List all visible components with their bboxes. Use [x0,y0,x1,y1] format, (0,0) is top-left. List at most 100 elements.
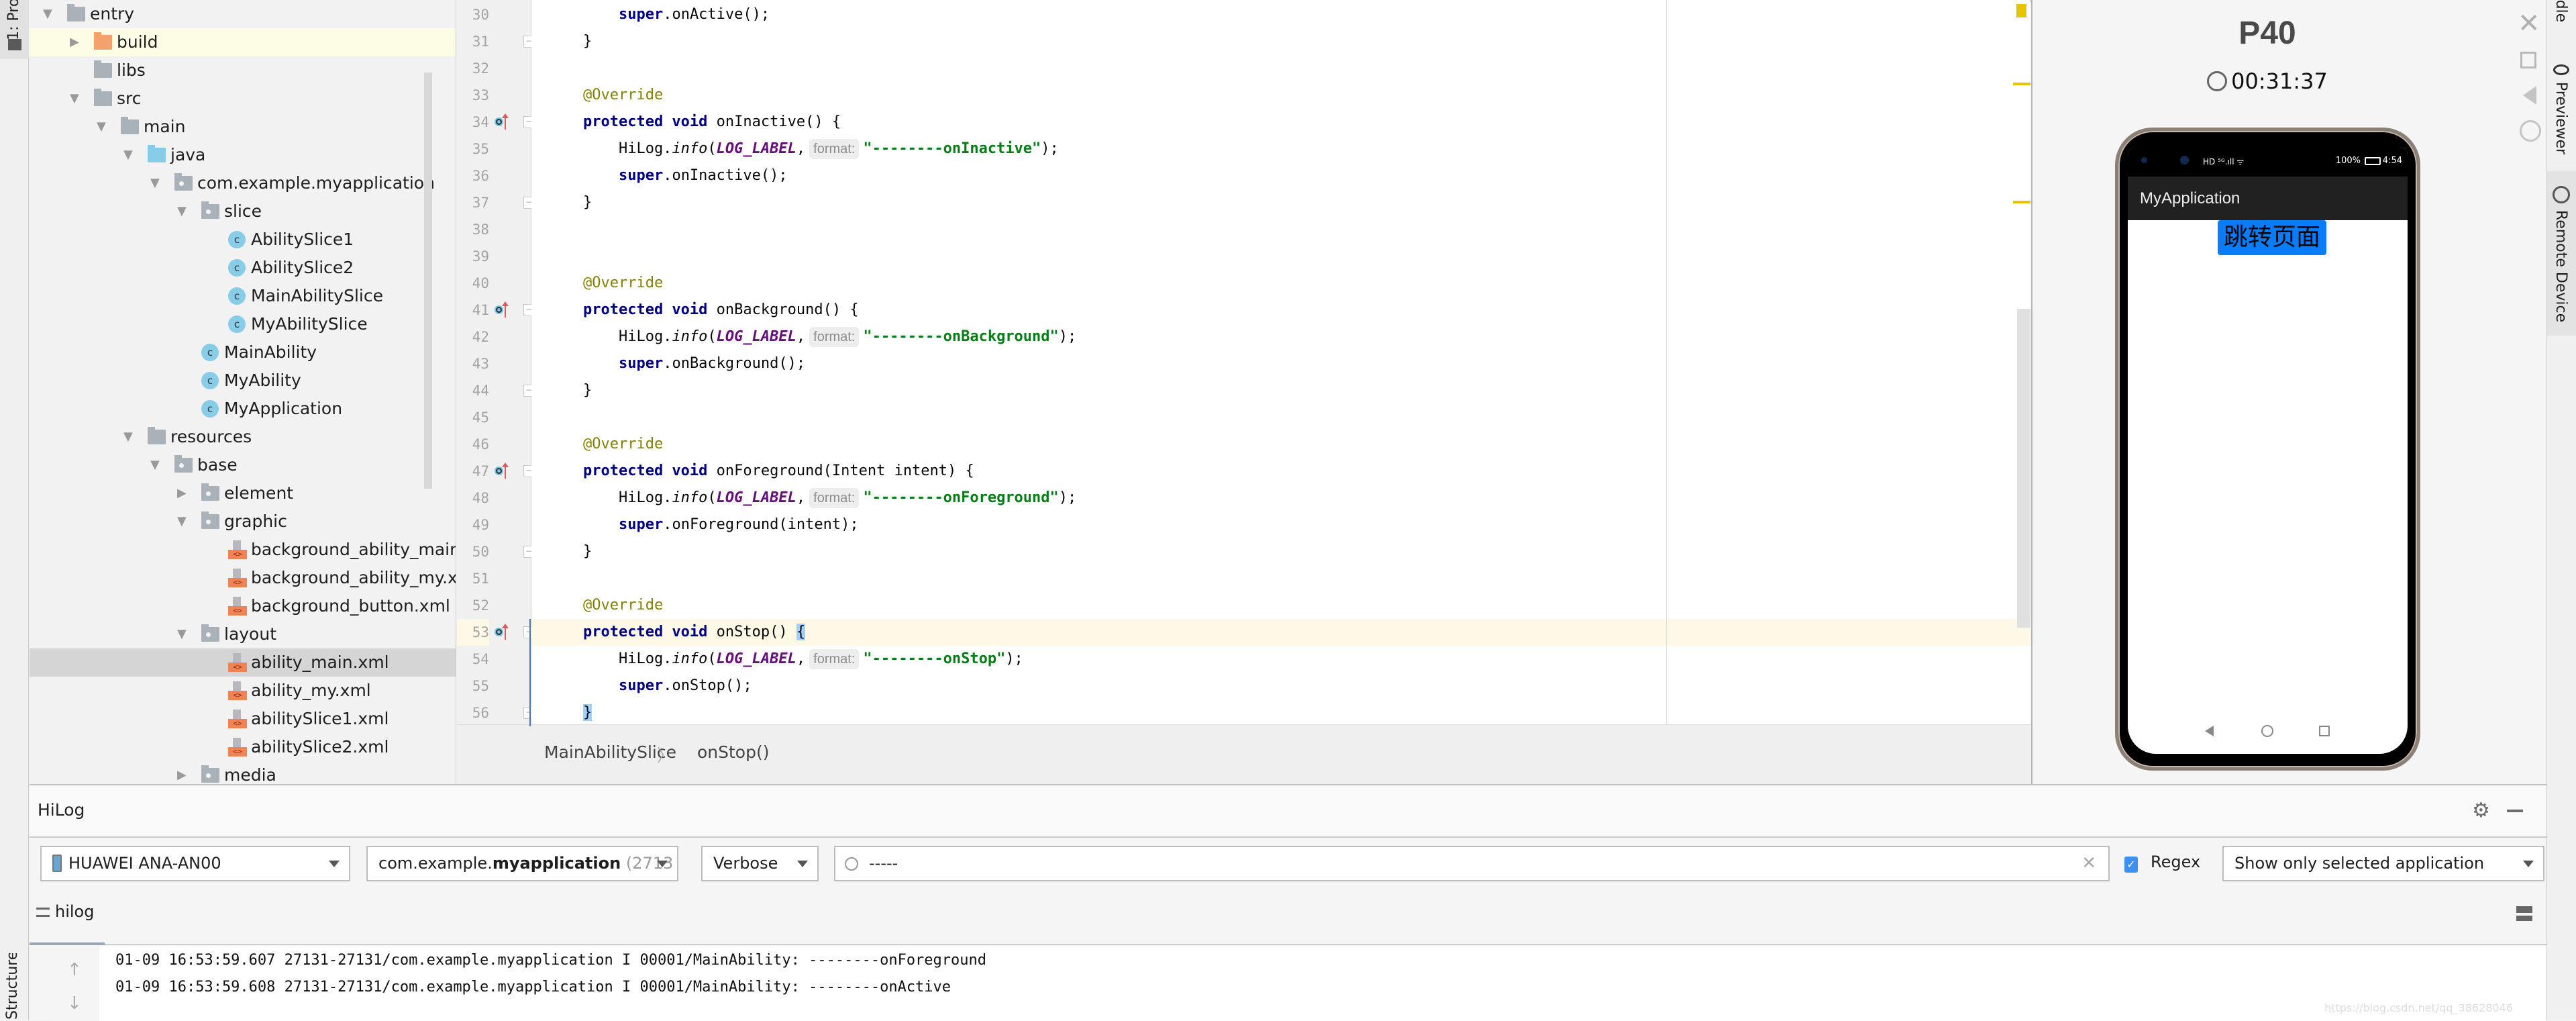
tree-item[interactable]: <> ability_my.xml [30,677,456,705]
tree-item[interactable]: ▼ entry [30,0,456,28]
code-line[interactable] [531,565,2030,592]
log-search-input[interactable]: ----- ✕ [834,846,2110,881]
tree-item[interactable]: c AbilitySlice1 [30,226,456,254]
back-nav-icon[interactable] [2205,726,2214,736]
close-icon[interactable]: ✕ [2518,8,2540,39]
back-icon[interactable] [2523,86,2536,105]
code-line[interactable]: } [531,189,2030,216]
code-line[interactable]: super.onInactive(); [531,162,2030,189]
tree-item[interactable]: c MainAbilitySlice [30,282,456,310]
breadcrumb-method[interactable]: onStop() [697,742,769,762]
code-line[interactable] [531,216,2030,243]
previewer-tool-tab[interactable]: Previewer [2547,62,2576,162]
code-line[interactable]: protected void onStop() { [531,619,2030,646]
code-line[interactable] [531,55,2030,82]
code-line[interactable]: } [531,538,2030,565]
tree-item[interactable]: libs [30,56,456,85]
layout-options-icon[interactable] [2516,906,2532,921]
home-icon[interactable] [2520,120,2541,142]
code-line[interactable]: HiLog.info(LOG_LABEL, format: "--------onS… [531,646,2030,673]
code-line[interactable]: HiLog.info(LOG_LABEL, format: "--------onI… [531,136,2030,162]
code-line[interactable]: @Override [531,270,2030,297]
code-line[interactable]: super.onStop(); [531,673,2030,699]
code-line[interactable]: } [531,28,2030,55]
tree-item[interactable]: <> ability_main.xml [30,648,456,677]
process-select[interactable]: com.example.myapplication (2713 [366,846,678,881]
tree-item[interactable]: ▼ layout [30,620,456,648]
tree-item[interactable]: <>background_ability_main.xml [30,536,456,564]
tree-item[interactable]: ▼ slice [30,197,456,226]
tree-item[interactable]: ▼ graphic [30,507,456,536]
tree-item[interactable]: <> background_button.xml [30,592,456,620]
expand-arrow-icon[interactable]: ▼ [43,0,56,28]
inspection-status-icon[interactable] [2016,4,2026,17]
tree-item[interactable]: ▼ com.example.myapplication [30,169,456,197]
expand-arrow-icon[interactable]: ▼ [150,451,164,479]
log-output[interactable]: ↑ ↓ 01-09 16:53:59.607 27131-27131/com.e… [51,946,2546,1021]
tree-item[interactable]: ▼ main [30,113,456,141]
expand-arrow-icon[interactable]: ▼ [177,507,191,536]
expand-arrow-icon[interactable]: ▼ [123,141,137,169]
code-line[interactable]: protected void onInactive() { [531,109,2030,136]
code-line[interactable]: HiLog.info(LOG_LABEL, format: "--------onB… [531,324,2030,350]
code-line[interactable]: HiLog.info(LOG_LABEL, format: "--------onF… [531,485,2030,512]
rotate-icon[interactable] [2520,52,2536,68]
structure-tool-tab[interactable]: Structure [4,953,21,1020]
code-line[interactable]: } [531,699,2030,724]
hilog-tab[interactable]: hilog [36,902,94,921]
code-editor[interactable]: super.onActive(); } @Override protected … [531,0,2030,724]
tree-item[interactable]: ▼ src [30,85,456,113]
tree-item[interactable]: c AbilitySlice2 [30,254,456,282]
jump-page-button[interactable]: 跳转页面 [2218,220,2326,255]
code-line[interactable]: super.onForeground(intent); [531,512,2030,538]
expand-arrow-icon[interactable]: ▼ [150,169,164,197]
tree-item[interactable]: ▶ media [30,761,456,784]
tree-item[interactable]: ▶ element [30,479,456,507]
tree-item[interactable]: <> abilitySlice2.xml [30,733,456,761]
search-icon[interactable] [845,857,858,871]
collapse-arrow-icon[interactable]: ▶ [177,761,191,784]
log-level-select[interactable]: Verbose [701,846,819,881]
tree-item[interactable]: c MyAbilitySlice [30,310,456,338]
code-line[interactable] [531,243,2030,270]
override-method-icon[interactable] [495,112,509,132]
code-line[interactable]: } [531,377,2030,404]
code-line[interactable]: @Override [531,592,2030,619]
tree-item[interactable]: ▶ build [30,28,456,56]
device-select[interactable]: HUAWEI ANA-AN00 [40,846,350,881]
minimize-icon[interactable] [2507,810,2523,812]
expand-arrow-icon[interactable]: ▼ [97,113,110,141]
change-marker[interactable] [529,619,531,726]
expand-arrow-icon[interactable]: ▼ [123,423,137,451]
collapse-arrow-icon[interactable]: ▶ [70,28,83,56]
warning-marker[interactable] [2013,201,2030,203]
project-tool-tab[interactable]: 1: Project [0,0,29,59]
tree-item[interactable]: ▼ base [30,451,456,479]
recents-nav-icon[interactable] [2319,726,2330,736]
code-line[interactable]: protected void onForeground(Intent inten… [531,458,2030,485]
collapse-arrow-icon[interactable]: ▶ [177,479,191,507]
scroll-up-icon[interactable]: ↑ [67,960,82,980]
expand-arrow-icon[interactable]: ▼ [177,620,191,648]
override-method-icon[interactable] [495,461,509,481]
override-method-icon[interactable] [495,300,509,320]
code-line[interactable]: @Override [531,82,2030,109]
override-method-icon[interactable] [495,622,509,642]
tree-item[interactable]: c MyApplication [30,395,456,423]
code-line[interactable]: super.onBackground(); [531,350,2030,377]
tree-scrollbar[interactable] [424,72,432,489]
warning-marker[interactable] [2013,83,2030,85]
code-line[interactable] [531,404,2030,431]
tree-item[interactable]: c MainAbility [30,338,456,367]
regex-checkbox[interactable]: ✓ [2124,857,2138,873]
code-line[interactable]: super.onActive(); [531,1,2030,28]
expand-arrow-icon[interactable]: ▼ [70,85,83,113]
clear-search-icon[interactable]: ✕ [2081,847,2096,880]
gear-icon[interactable]: ⚙ [2472,799,2490,822]
tree-item[interactable]: <> background_ability_my.xml [30,564,456,592]
expand-arrow-icon[interactable]: ▼ [177,197,191,226]
gradle-tool-tab[interactable]: Gradle [2547,0,2576,37]
tree-item[interactable]: c MyAbility [30,367,456,395]
tree-item[interactable]: ▼ java [30,141,456,169]
tree-item[interactable]: <> abilitySlice1.xml [30,705,456,733]
